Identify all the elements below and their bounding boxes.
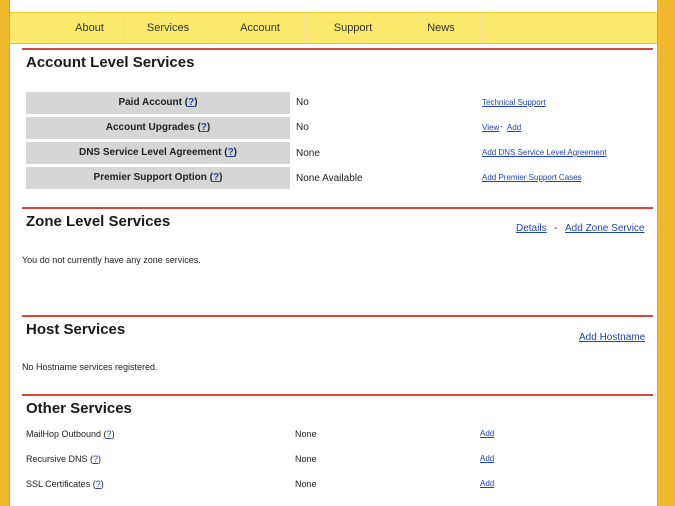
account-row-label: DNS Service Level Agreement (?) [26,142,290,164]
nav-account[interactable]: Account [214,13,307,43]
add-dns-sla-link[interactable]: Add DNS Service Level Agreement [482,148,607,157]
host-empty-message: No Hostname services registered. [22,362,158,372]
help-link[interactable]: ? [188,97,194,108]
top-nav: About Services Account Support News [10,12,657,44]
account-section-title: Account Level Services [26,54,195,71]
recursive-dns-value: None [295,454,317,464]
section-divider [22,394,653,396]
account-row-label: Premier Support Option (?) [26,167,290,189]
nav-support[interactable]: Support [307,13,400,43]
link-separator: - [500,122,503,131]
page-frame: About Services Account Support News Acco… [10,0,657,506]
add-mailhop-link[interactable]: Add [480,429,494,438]
zone-section-title: Zone Level Services [26,213,171,230]
premier-support-value: None Available [296,173,363,184]
section-divider [22,207,653,209]
paid-account-value: No [296,97,309,108]
dns-sla-value: None [296,148,320,159]
other-section-title: Other Services [26,400,132,417]
view-upgrades-link[interactable]: View [482,123,499,132]
ssl-certificates-label: SSL Certificates [26,479,91,489]
help-link[interactable]: ? [96,479,101,489]
add-recursive-dns-link[interactable]: Add [480,454,494,463]
zone-details-link[interactable]: Details [516,223,547,234]
add-hostname-link[interactable]: Add Hostname [579,332,645,343]
help-link[interactable]: ? [228,147,234,158]
ssl-certificates-value: None [295,479,317,489]
help-link[interactable]: ? [107,429,112,439]
account-row-label: Paid Account (?) [26,92,290,114]
other-service-row: Recursive DNS (?) [26,454,102,464]
account-upgrades-value: No [296,122,309,133]
nav-news[interactable]: News [400,13,483,43]
section-divider [22,48,653,50]
account-upgrades-label: Account Upgrades [105,122,195,133]
nav-services[interactable]: Services [123,13,214,43]
technical-support-link[interactable]: Technical Support [482,98,546,107]
section-divider [22,315,653,317]
recursive-dns-label: Recursive DNS [26,454,88,464]
host-section-title: Host Services [26,321,126,338]
add-premier-support-link[interactable]: Add Premier Support Cases [482,173,582,182]
mailhop-value: None [295,429,317,439]
zone-empty-message: You do not currently have any zone servi… [22,255,201,265]
other-service-row: SSL Certificates (?) [26,479,104,489]
dns-sla-label: DNS Service Level Agreement [78,147,222,158]
help-link[interactable]: ? [93,454,98,464]
add-upgrade-link[interactable]: Add [507,123,521,132]
mailhop-label: MailHop Outbound [26,429,102,439]
link-separator: - [554,223,558,234]
paid-account-label: Paid Account [118,97,182,108]
nav-about[interactable]: About [55,13,124,43]
add-zone-service-link[interactable]: Add Zone Service [565,223,645,234]
help-link[interactable]: ? [201,122,207,133]
add-ssl-certificates-link[interactable]: Add [480,479,494,488]
other-service-row: MailHop Outbound (?) [26,429,115,439]
help-link[interactable]: ? [213,172,219,183]
premier-support-label: Premier Support Option [93,172,207,183]
account-row-label: Account Upgrades (?) [26,117,290,139]
